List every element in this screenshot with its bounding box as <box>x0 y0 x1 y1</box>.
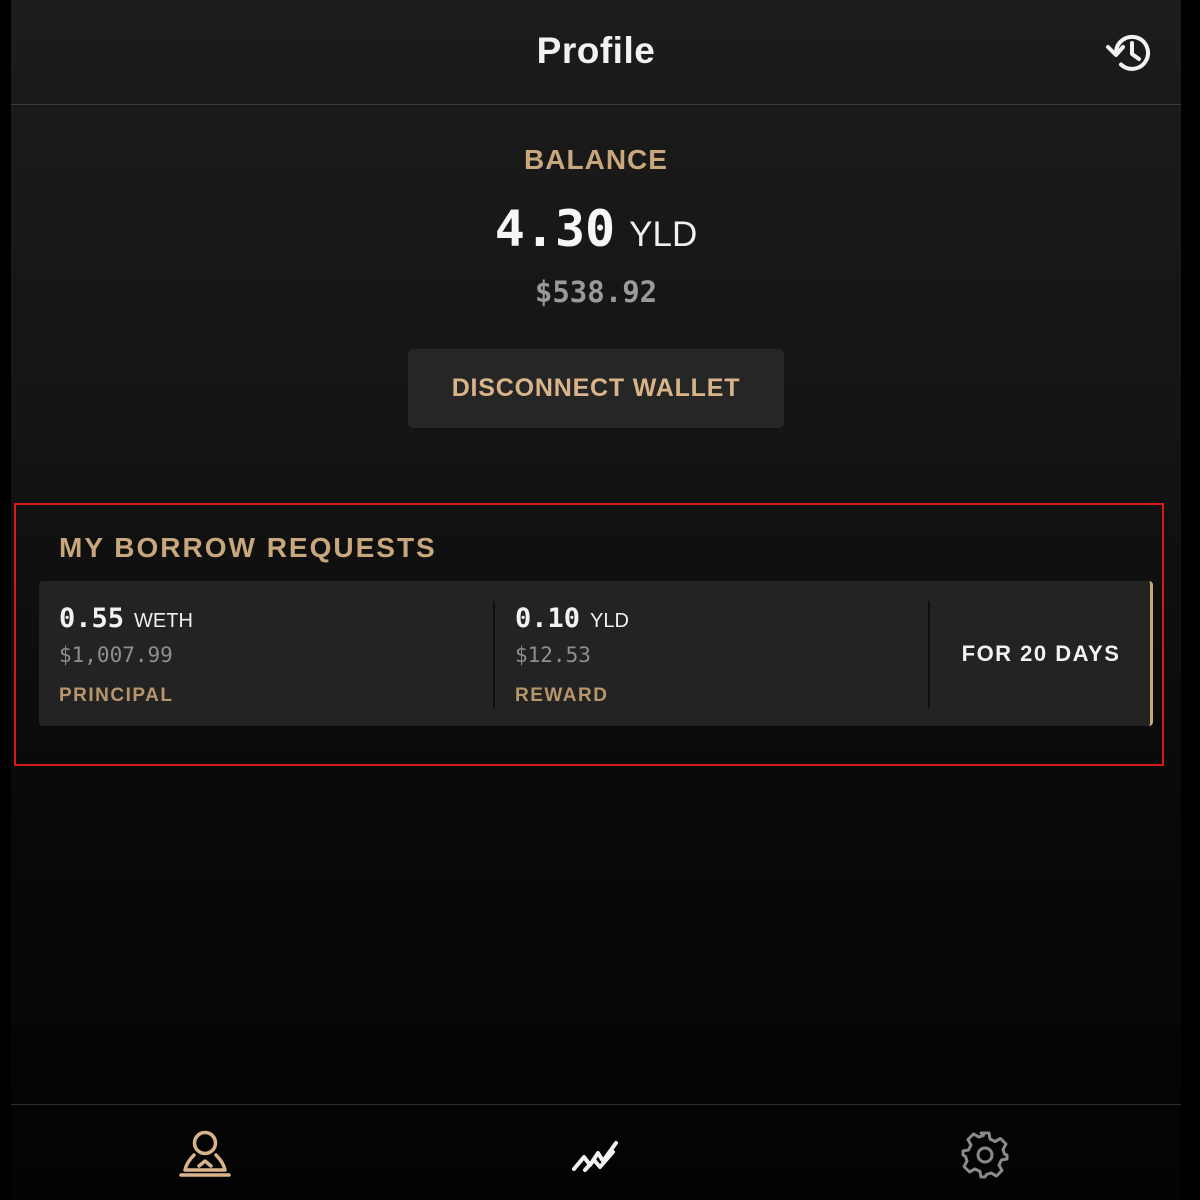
disconnect-wallet-button[interactable]: DISCONNECT WALLET <box>408 349 784 428</box>
borrow-request-card[interactable]: 0.55 WETH $1,007.99 PRINCIPAL 0.10 YLD $12… <box>39 581 1153 726</box>
profile-screen: Profile BALANCE 4.30 YLD $538.92 DISCONNE… <box>11 0 1181 1200</box>
reward-value: 0.10 <box>515 603 581 634</box>
history-button[interactable] <box>1104 30 1156 76</box>
reward-amount: 0.10 YLD <box>515 603 629 634</box>
reward-column: 0.10 YLD $12.53 REWARD <box>515 581 925 726</box>
principal-amount: 0.55 WETH <box>59 603 193 634</box>
principal-unit: WETH <box>134 610 193 632</box>
balance-label: BALANCE <box>524 144 668 175</box>
principal-usd: $1,007.99 <box>59 643 173 667</box>
column-divider <box>493 601 495 708</box>
reward-label: REWARD <box>515 685 609 706</box>
gear-icon <box>961 1131 1009 1179</box>
balance-unit: YLD <box>629 215 698 254</box>
balance-value: 4.30 <box>494 200 616 258</box>
principal-value: 0.55 <box>59 603 125 634</box>
principal-label: PRINCIPAL <box>59 685 174 706</box>
reward-unit: YLD <box>590 610 629 632</box>
balance-amount: 4.30 YLD <box>11 200 1181 258</box>
column-divider <box>928 601 930 708</box>
bottom-nav <box>11 1104 1181 1200</box>
profile-icon <box>179 1130 231 1177</box>
nav-profile[interactable] <box>175 1125 235 1185</box>
header: Profile <box>11 0 1181 105</box>
history-icon <box>1106 34 1150 71</box>
balance-usd-value: $538.92 <box>534 275 658 309</box>
reward-usd: $12.53 <box>515 643 591 667</box>
principal-column: 0.55 WETH $1,007.99 PRINCIPAL <box>59 581 489 726</box>
nav-markets[interactable] <box>565 1125 625 1185</box>
trend-chart-icon <box>572 1141 618 1172</box>
borrow-requests-title: MY BORROW REQUESTS <box>59 532 437 563</box>
nav-settings[interactable] <box>955 1125 1015 1185</box>
duration-text: FOR 20 DAYS <box>961 640 1121 666</box>
page-title: Profile <box>536 30 656 71</box>
